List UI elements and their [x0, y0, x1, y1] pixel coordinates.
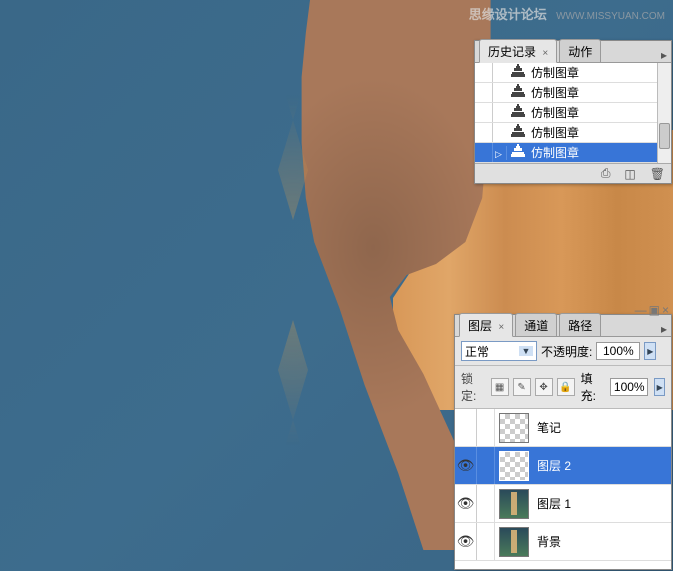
history-list: 仿制图章 仿制图章 仿制图章 仿制图章 ▷ 仿制图章	[475, 63, 671, 163]
layer-visibility-toggle[interactable]: 👁	[455, 485, 477, 522]
layer-list: 笔记 👁 图层 2 👁 图层 1 👁 背景	[455, 409, 671, 569]
fill-arrow-icon[interactable]: ▶	[654, 378, 665, 396]
new-document-icon[interactable]: ◫	[624, 167, 635, 181]
tab-label: 通道	[524, 319, 548, 333]
history-item-label: 仿制图章	[529, 84, 671, 101]
history-item-label: 仿制图章	[529, 64, 671, 81]
lock-transparency-button[interactable]: ▦	[491, 378, 509, 396]
fill-label: 填充:	[581, 370, 605, 404]
clone-stamp-icon	[507, 104, 529, 121]
history-snapshot-cell[interactable]	[475, 63, 493, 82]
history-footer: ⎙ ◫ 🗑	[475, 163, 671, 183]
blend-mode-select[interactable]: 正常 ▼	[461, 341, 537, 361]
layer-link-cell[interactable]	[477, 409, 495, 446]
watermark: 思缘设计论坛 WWW.MISSYUAN.COM	[469, 4, 665, 23]
tab-label: 图层	[468, 319, 492, 333]
history-brush-cell[interactable]: ▷	[493, 146, 507, 160]
history-item[interactable]: 仿制图章	[475, 123, 671, 143]
layer-name[interactable]: 图层 1	[533, 495, 671, 512]
fill-input[interactable]: 100%	[610, 378, 648, 396]
layers-controls-row-2: 锁定: ▦ ✎ ✥ 🔒 填充: 100% ▶	[455, 366, 671, 409]
layer-name[interactable]: 背景	[533, 533, 671, 550]
history-item-label: 仿制图章	[529, 144, 671, 161]
layer-row[interactable]: 笔记	[455, 409, 671, 447]
history-snapshot-cell[interactable]	[475, 123, 493, 142]
layer-visibility-toggle[interactable]: 👁	[455, 523, 477, 560]
close-icon[interactable]: ×	[498, 322, 504, 333]
watermark-url: WWW.MISSYUAN.COM	[556, 11, 665, 22]
tab-actions[interactable]: 动作	[559, 39, 601, 62]
lock-pixels-button[interactable]: ✎	[513, 378, 531, 396]
layer-row[interactable]: 👁 背景	[455, 523, 671, 561]
opacity-arrow-icon[interactable]: ▶	[644, 342, 656, 360]
lock-buttons: ▦ ✎ ✥ 🔒	[491, 378, 575, 396]
tab-label: 历史记录	[488, 45, 536, 59]
layer-thumbnail[interactable]	[499, 451, 529, 481]
history-item[interactable]: 仿制图章	[475, 83, 671, 103]
new-snapshot-icon[interactable]: ⎙	[601, 166, 611, 181]
layer-thumbnail[interactable]	[499, 527, 529, 557]
minimize-icon[interactable]: —	[635, 303, 647, 317]
clone-stamp-icon	[507, 64, 529, 81]
history-item[interactable]: 仿制图章	[475, 103, 671, 123]
close-icon[interactable]: ×	[662, 303, 669, 317]
history-panel: 历史记录 × 动作 ▸ 仿制图章 仿制图章 仿制图章	[474, 40, 672, 184]
layer-name[interactable]: 图层 2	[533, 457, 671, 474]
history-item[interactable]: ▷ 仿制图章	[475, 143, 671, 163]
clone-stamp-icon	[507, 144, 529, 161]
history-item[interactable]: 仿制图章	[475, 63, 671, 83]
tab-layers[interactable]: 图层 ×	[459, 313, 513, 337]
watermark-title: 思缘设计论坛	[469, 7, 547, 22]
maximize-icon[interactable]: ▣	[649, 303, 660, 317]
history-panel-tabs: 历史记录 × 动作 ▸	[475, 41, 671, 63]
blend-mode-value: 正常	[465, 343, 489, 360]
scrollbar-thumb[interactable]	[659, 123, 670, 149]
layers-panel: — ▣ × 图层 × 通道 路径 ▸ 正常 ▼ 不透明度: 100% ▶ 锁定:…	[454, 314, 672, 570]
panel-window-buttons: — ▣ ×	[635, 303, 669, 317]
layer-thumbnail[interactable]	[499, 413, 529, 443]
layer-visibility-toggle[interactable]	[455, 409, 477, 446]
layer-visibility-toggle[interactable]: 👁	[455, 447, 477, 484]
lock-label: 锁定:	[461, 370, 485, 404]
chevron-down-icon: ▼	[519, 346, 533, 356]
tab-history[interactable]: 历史记录 ×	[479, 39, 557, 63]
close-icon[interactable]: ×	[542, 48, 548, 59]
tab-channels[interactable]: 通道	[515, 313, 557, 336]
lock-position-button[interactable]: ✥	[535, 378, 553, 396]
history-snapshot-cell[interactable]	[475, 143, 493, 162]
history-scrollbar[interactable]	[657, 63, 671, 163]
layer-name[interactable]: 笔记	[533, 419, 671, 436]
lock-all-button[interactable]: 🔒	[557, 378, 575, 396]
layer-thumbnail[interactable]	[499, 489, 529, 519]
opacity-label: 不透明度:	[541, 343, 592, 360]
layer-row[interactable]: 👁 图层 2	[455, 447, 671, 485]
tab-paths[interactable]: 路径	[559, 313, 601, 336]
tab-label: 动作	[568, 45, 592, 59]
clone-stamp-icon	[507, 84, 529, 101]
history-snapshot-cell[interactable]	[475, 103, 493, 122]
layer-link-cell[interactable]	[477, 523, 495, 560]
tab-label: 路径	[568, 319, 592, 333]
history-item-label: 仿制图章	[529, 104, 671, 121]
layers-controls-row-1: 正常 ▼ 不透明度: 100% ▶	[455, 337, 671, 366]
layers-panel-tabs: 图层 × 通道 路径 ▸	[455, 315, 671, 337]
opacity-input[interactable]: 100%	[596, 342, 640, 360]
history-item-label: 仿制图章	[529, 124, 671, 141]
history-current-pointer-icon: ▷	[495, 149, 502, 159]
clone-stamp-icon	[507, 124, 529, 141]
trash-icon[interactable]: 🗑	[650, 167, 665, 181]
layer-link-cell[interactable]	[477, 485, 495, 522]
panel-menu-icon[interactable]: ▸	[661, 48, 667, 62]
layer-row[interactable]: 👁 图层 1	[455, 485, 671, 523]
panel-menu-icon[interactable]: ▸	[661, 322, 667, 336]
history-snapshot-cell[interactable]	[475, 83, 493, 102]
layer-link-cell[interactable]	[477, 447, 495, 484]
